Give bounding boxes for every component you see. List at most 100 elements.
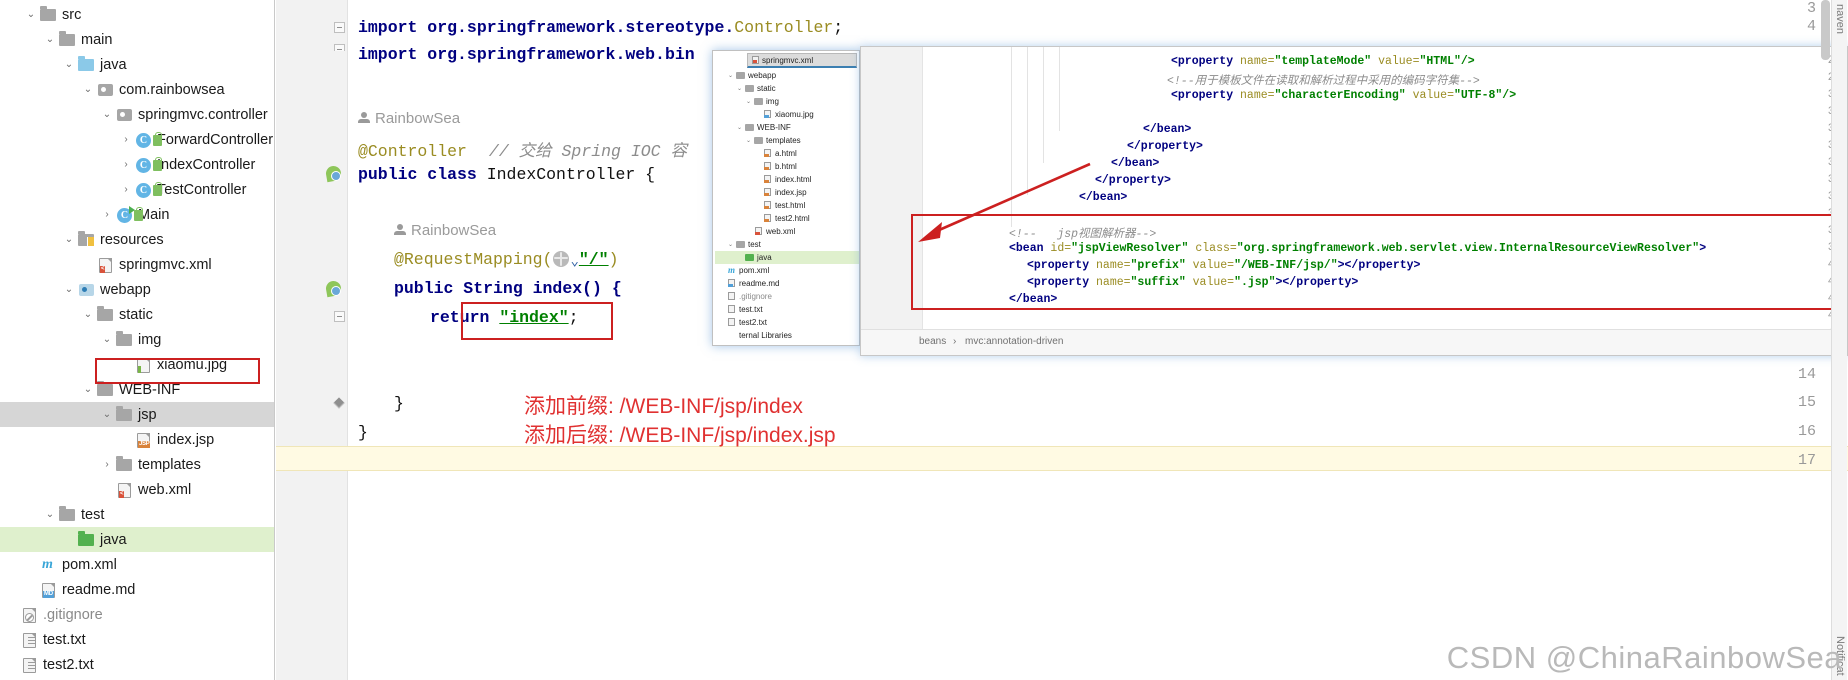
tree-item-springmvc-xml[interactable]: ·<springmvc.xml [0,252,274,277]
popup-editor-tab-springmvc-xml[interactable]: springmvc.xml [747,53,857,68]
popup-tree-item-index-jsp[interactable]: ·index.jsp [715,186,859,199]
popup-tree-item-readme-md[interactable]: ·readme.md [715,277,859,290]
tree-item-indexcontroller[interactable]: › C IndexController [0,152,274,177]
popup-tree-item-test-html[interactable]: ·test.html [715,199,859,212]
popup-tree-item-static[interactable]: ⌄ static [715,82,859,95]
tree-item-static[interactable]: ⌄ static [0,302,274,327]
popup-tree-item-test[interactable]: ⌄ test [715,238,859,251]
tree-item-jsp[interactable]: ⌄ jsp [0,402,274,427]
tree-twisty-expanded[interactable]: ⌄ [99,334,115,345]
tree-twisty-collapsed[interactable]: › [118,184,134,195]
popup-tree-item-b-html[interactable]: ·b.html [715,160,859,173]
tree-item-springmvc-controller[interactable]: ⌄ springmvc.controller [0,102,274,127]
popup-tree-item-test2-html[interactable]: ·test2.html [715,212,859,225]
editor-gutter[interactable] [276,0,348,680]
tree-twisty-expanded[interactable]: ⌄ [80,309,96,320]
right-rail-label-top[interactable]: naven [1834,4,1846,34]
fold-marker-line11[interactable] [334,311,345,322]
tree-item-resources[interactable]: ⌄ resources [0,227,274,252]
tree-twisty-expanded[interactable]: ⌄ [735,85,744,92]
tree-item-java[interactable]: ·java [0,527,274,552]
popup-project-tree[interactable]: springmvc.xml ⌄ webapp ⌄ static ⌄ img ·xiaomu.… [712,50,860,346]
highlight-box-return-index [461,302,613,340]
popup-tree-item-templates[interactable]: ⌄ templates [715,134,859,147]
tree-twisty-expanded[interactable]: ⌄ [726,72,735,79]
popup-tree-rows[interactable]: ⌄ webapp ⌄ static ⌄ img ·xiaomu.jpg ⌄ WEB-INF ⌄ te… [715,69,859,345]
tree-item-test-txt[interactable]: ·test.txt [0,627,274,652]
user-icon [358,112,370,124]
editor-scrollbar[interactable] [1821,0,1830,60]
web-url-globe-icon[interactable] [553,251,570,267]
tree-twisty-collapsed[interactable]: › [99,209,115,220]
popup-tree-item-test-txt[interactable]: ·test.txt [715,303,859,316]
spring-bean-gutter-icon-class[interactable] [324,164,343,183]
tree-twisty-expanded[interactable]: ⌄ [726,241,735,248]
indent-guide-3 [1043,47,1044,163]
popup-tree-item-ratches-and-consoles[interactable]: ·ratches and Consoles [715,342,859,345]
popup-tree-item-web-xml[interactable]: ·web.xml [715,225,859,238]
tree-item-pom-xml[interactable]: ·mpom.xml [0,552,274,577]
tree-item-main[interactable]: ⌄ main [0,27,274,52]
tree-item-web-xml[interactable]: ·<web.xml [0,477,274,502]
tree-item-com-rainbowsea[interactable]: ⌄ com.rainbowsea [0,77,274,102]
tree-twisty-expanded[interactable]: ⌄ [42,34,58,45]
tree-item-testcontroller[interactable]: › C TestController [0,177,274,202]
tree-item-java[interactable]: ⌄ java [0,52,274,77]
tree-twisty-expanded[interactable]: ⌄ [23,9,39,20]
tree-twisty-expanded[interactable]: ⌄ [80,84,96,95]
tree-item-src[interactable]: ⌄ src [0,2,274,27]
tree-twisty-collapsed[interactable]: › [118,134,134,145]
tree-twisty-expanded[interactable]: ⌄ [80,384,96,395]
spring-bean-gutter-icon-method[interactable] [324,279,343,298]
tree-item-readme-md[interactable]: ·MDreadme.md [0,577,274,602]
tree-twisty-expanded[interactable]: ⌄ [99,109,115,120]
popup-tree-item-java[interactable]: ·java [715,251,859,264]
chevron-down-icon[interactable]: ⌄ [570,253,578,270]
popup-tree-item-index-html[interactable]: ·index.html [715,173,859,186]
project-tree-panel[interactable]: ⌄ src ⌄ main ⌄ java ⌄ com.rainbowsea ⌄ springmvc.… [0,0,275,680]
fold-marker-line4[interactable] [334,22,345,33]
popup-tree-item-webapp[interactable]: ⌄ webapp [715,69,859,82]
tree-twisty-collapsed[interactable]: › [118,159,134,170]
popup-tree-item-xiaomu-jpg[interactable]: ·xiaomu.jpg [715,108,859,121]
popup-tree-item-web-inf[interactable]: ⌄ WEB-INF [715,121,859,134]
popup-tree-item-pom-xml[interactable]: ·mpom.xml [715,264,859,277]
right-tool-rail[interactable]: naven Notificat [1831,0,1847,680]
tree-twisty-collapsed[interactable]: › [99,459,115,470]
tree-item-index-jsp[interactable]: ·JSPindex.jsp [0,427,274,452]
popup-xml-config-editor[interactable]: 28<property name="templateMode" value="H… [860,46,1848,356]
xml-breadcrumb-bar[interactable]: beans › mvc:annotation-driven [861,329,1847,355]
tree-twisty-expanded[interactable]: ⌄ [744,137,753,144]
tree-twisty-expanded[interactable]: ⌄ [735,124,744,131]
tree-twisty-expanded[interactable]: ⌄ [61,284,77,295]
indent-guide-1 [1011,47,1012,227]
tree-twisty-expanded[interactable]: ⌄ [61,234,77,245]
popup-tree-item-ternal-libraries[interactable]: ·ternal Libraries [715,329,859,342]
tree-twisty-expanded[interactable]: ⌄ [42,509,58,520]
breadcrumb-mvc-annotation-driven[interactable]: mvc:annotation-driven [965,336,1063,347]
folder-icon [745,124,754,131]
fold-marker-line5[interactable] [334,44,345,51]
popup-tree-item-label: test [748,240,761,249]
tree-twisty-expanded[interactable]: ⌄ [744,98,753,105]
tree-item-webapp[interactable]: ⌄ webapp [0,277,274,302]
popup-tree-item--gitignore[interactable]: ·.gitignore [715,290,859,303]
popup-tree-item-test2-txt[interactable]: ·test2.txt [715,316,859,329]
fold-marker-line15[interactable] [334,398,345,409]
popup-tree-item-label: webapp [748,71,777,80]
tree-twisty-expanded[interactable]: ⌄ [99,409,115,420]
tree-item-img[interactable]: ⌄ img [0,327,274,352]
tree-twisty-expanded[interactable]: ⌄ [61,59,77,70]
tree-item--gitignore[interactable]: ·.gitignore [0,602,274,627]
popup-tree-item-label: index.html [775,175,812,184]
breadcrumb-beans[interactable]: beans [919,336,946,347]
tree-item-forwardcontroller[interactable]: › C ForwardController [0,127,274,152]
controller-comment: // 交给 Spring IOC 容 [488,142,687,161]
popup-tree-item-img[interactable]: ⌄ img [715,95,859,108]
tree-item-test[interactable]: ⌄ test [0,502,274,527]
tree-item-templates[interactable]: › templates [0,452,274,477]
popup-tree-item-a-html[interactable]: ·a.html [715,147,859,160]
tree-item-test2-txt[interactable]: ·test2.txt [0,652,274,677]
caret-line-highlight [276,446,1848,471]
tree-item-main[interactable]: › C Main [0,202,274,227]
